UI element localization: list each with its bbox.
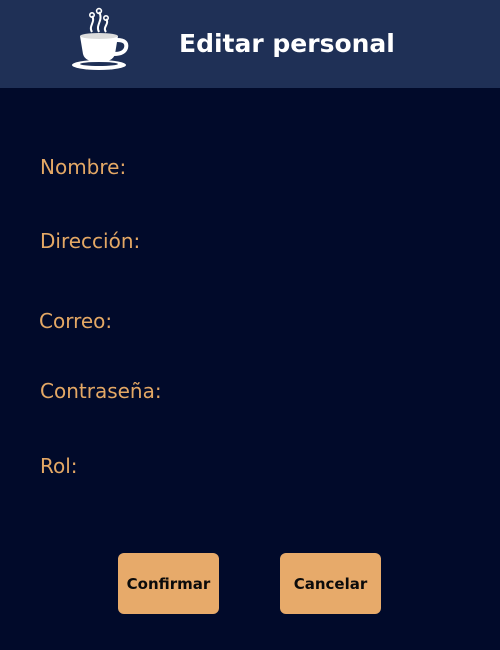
page-title: Editar personal — [179, 29, 395, 58]
rol-label: Rol: — [40, 454, 78, 478]
coffee-cup-icon — [68, 6, 132, 72]
direccion-label: Dirección: — [40, 229, 141, 253]
app-header: Editar personal — [0, 0, 500, 88]
confirm-button[interactable]: Confirmar — [118, 553, 219, 614]
nombre-label: Nombre: — [40, 155, 127, 179]
contrasena-label: Contraseña: — [40, 379, 162, 403]
cancel-button[interactable]: Cancelar — [280, 553, 381, 614]
correo-label: Correo: — [39, 309, 113, 333]
